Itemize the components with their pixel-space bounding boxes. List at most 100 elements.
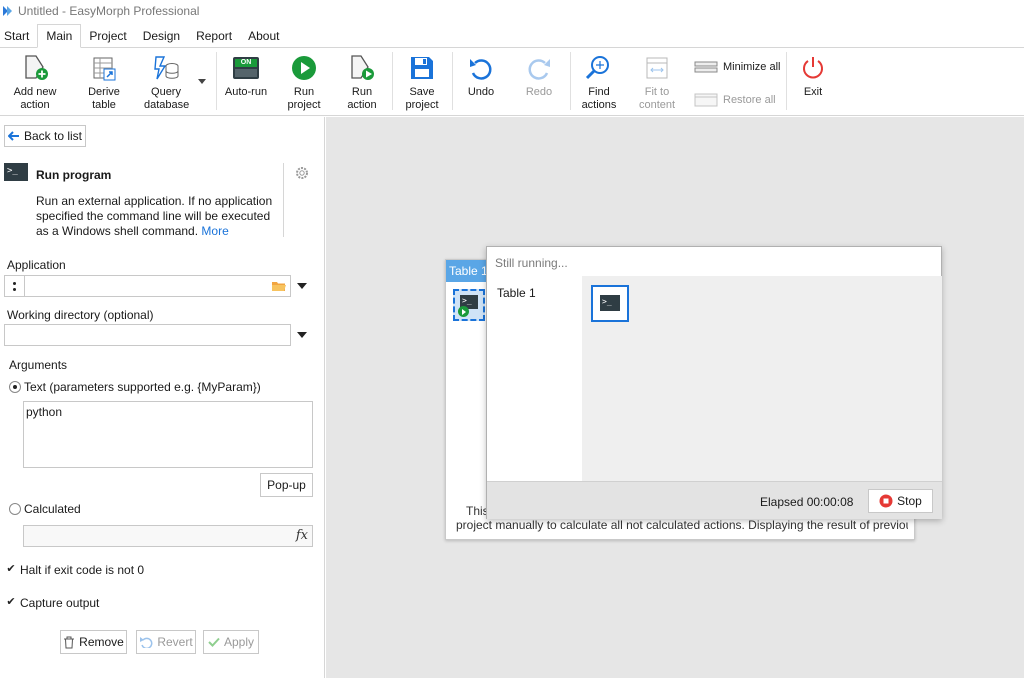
revert-button[interactable]: Revert	[136, 630, 196, 654]
tab-start[interactable]: Start	[0, 24, 37, 48]
save-icon	[402, 52, 442, 84]
restore-all-icon	[694, 93, 718, 107]
redo-button[interactable]: Redo	[520, 52, 558, 99]
action-title: Run program	[36, 168, 112, 182]
restore-all-button[interactable]: Restore all	[694, 93, 776, 107]
arguments-text-value: python	[26, 405, 63, 419]
action-description-text: Run an external application. If no appli…	[36, 194, 273, 238]
run-project-icon	[284, 52, 324, 84]
capture-output-label: Capture output	[20, 596, 100, 610]
menu-bar: Start Main Project Design Report About	[0, 24, 1024, 48]
redo-label: Redo	[525, 86, 553, 98]
run-badge-icon	[458, 306, 469, 317]
run-project-button[interactable]: Run project	[284, 52, 324, 112]
checkmark-icon	[208, 637, 220, 647]
add-new-action-label: Add new action	[13, 86, 57, 111]
halt-checkbox[interactable]: ✔	[5, 564, 17, 576]
ribbon-separator	[216, 52, 217, 110]
app-logo-icon	[2, 5, 14, 17]
tab-design[interactable]: Design	[135, 24, 188, 48]
text-option-radio[interactable]	[9, 381, 21, 393]
add-action-icon	[12, 52, 58, 84]
folder-icon[interactable]	[271, 279, 287, 296]
working-directory-dropdown-icon[interactable]	[297, 332, 307, 338]
table-card-title[interactable]: Table 1	[446, 260, 488, 282]
running-dialog-footer: Elapsed 00:00:08 Stop	[487, 481, 942, 519]
action-description: Run an external application. If no appli…	[36, 194, 286, 239]
capture-output-checkbox[interactable]: ✔	[5, 597, 17, 609]
elapsed-time: Elapsed 00:00:08	[760, 495, 854, 509]
working-directory-input[interactable]	[4, 324, 291, 346]
derive-table-label: Derive table	[88, 86, 120, 111]
running-table-name: Table 1	[497, 286, 536, 300]
tab-about[interactable]: About	[240, 24, 287, 48]
popup-button[interactable]: Pop-up	[260, 473, 313, 497]
application-dropdown-icon[interactable]	[297, 283, 307, 289]
find-icon	[578, 52, 620, 84]
gear-icon[interactable]	[294, 165, 310, 184]
application-input[interactable]	[4, 275, 291, 297]
back-to-list-label: Back to list	[23, 129, 83, 143]
calculated-option-radio[interactable]	[9, 503, 21, 515]
running-action-tile: >_	[591, 285, 629, 322]
more-link[interactable]: More	[201, 224, 228, 238]
auto-run-toggle[interactable]: ON Auto-run	[224, 52, 268, 99]
working-directory-label: Working directory (optional)	[7, 308, 154, 322]
redo-icon	[520, 52, 558, 84]
revert-label: Revert	[157, 635, 193, 649]
application-label: Application	[7, 258, 66, 272]
run-action-label: Run action	[347, 86, 377, 111]
run-program-action-tile[interactable]: >_	[453, 289, 485, 321]
calculated-option-label: Calculated	[24, 502, 81, 516]
arguments-textarea[interactable]: python	[23, 401, 313, 468]
tab-main[interactable]: Main	[37, 24, 82, 48]
power-icon	[796, 52, 830, 84]
stop-button[interactable]: Stop	[868, 489, 933, 513]
ribbon-toolbar: Add new action Derive table Query databa…	[0, 47, 1024, 116]
stop-icon	[879, 494, 893, 508]
title-bar: Untitled - EasyMorph Professional	[0, 0, 1024, 22]
window-title: Untitled - EasyMorph Professional	[18, 4, 200, 18]
exit-label: Exit	[803, 86, 823, 98]
save-project-label: Save project	[405, 86, 439, 111]
table-message-line-2: project manually to calculate all not ca…	[456, 518, 908, 532]
halt-label: Halt if exit code is not 0	[20, 563, 145, 577]
tab-report[interactable]: Report	[188, 24, 240, 48]
undo-button[interactable]: Undo	[462, 52, 500, 99]
auto-run-icon: ON	[224, 52, 268, 84]
exit-button[interactable]: Exit	[796, 52, 830, 99]
find-actions-button[interactable]: Find actions	[578, 52, 620, 112]
minimize-all-icon	[694, 61, 718, 73]
fit-to-content-button[interactable]: Fit to content	[636, 52, 678, 112]
stop-label: Stop	[897, 494, 922, 508]
save-project-button[interactable]: Save project	[402, 52, 442, 112]
ribbon-separator	[392, 52, 393, 110]
ribbon-separator	[452, 52, 453, 110]
trash-icon	[64, 636, 75, 648]
database-icon	[144, 52, 188, 84]
minimize-all-button[interactable]: Minimize all	[694, 61, 780, 73]
run-action-button[interactable]: Run action	[342, 52, 382, 112]
fit-to-content-label: Fit to content	[638, 86, 676, 111]
auto-run-label: Auto-run	[224, 86, 268, 98]
derive-table-button[interactable]: Derive table	[82, 52, 126, 112]
apply-button[interactable]: Apply	[203, 630, 259, 654]
back-to-list-button[interactable]: Back to list	[4, 125, 86, 147]
function-fx-icon[interactable]: fx	[296, 528, 308, 543]
action-settings-panel: Back to list >_ Run program Run an exter…	[0, 117, 325, 678]
running-actions-area: >_	[582, 276, 942, 481]
add-new-action-button[interactable]: Add new action	[12, 52, 58, 112]
query-database-dropdown[interactable]	[198, 79, 206, 84]
query-database-button[interactable]: Query database	[144, 52, 189, 112]
calculated-expression-input[interactable]: fx	[23, 525, 313, 547]
remove-button[interactable]: Remove	[60, 630, 127, 654]
fit-content-icon	[636, 52, 678, 84]
ribbon-separator	[786, 52, 787, 110]
more-vertical-icon[interactable]	[5, 276, 25, 296]
run-action-icon	[342, 52, 382, 84]
restore-all-label: Restore all	[723, 94, 776, 106]
revert-icon	[140, 637, 153, 648]
terminal-icon: >_	[600, 295, 620, 311]
find-actions-label: Find actions	[581, 86, 617, 111]
tab-project[interactable]: Project	[81, 24, 134, 48]
